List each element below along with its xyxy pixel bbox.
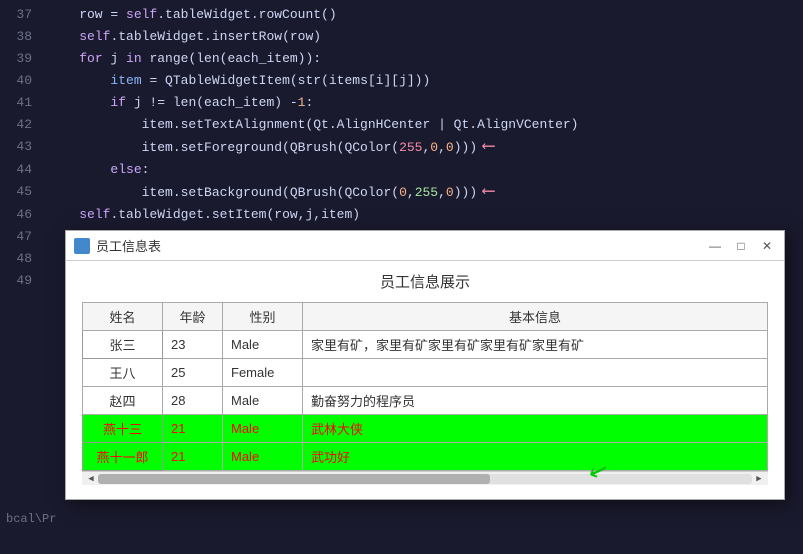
cell-gender: Male	[223, 331, 303, 359]
cell-age: 28	[163, 387, 223, 415]
line-number: 47	[0, 226, 48, 248]
line-number: 42	[0, 114, 48, 136]
dialog-content: 员工信息展示 姓名 年龄 性别 基本信息 张三 23 Male 家里有矿，家里有…	[66, 261, 784, 499]
line-number: 46	[0, 204, 48, 226]
code-line-41: 41 if j != len(each_item) -1:	[0, 92, 803, 114]
cell-name: 赵四	[83, 387, 163, 415]
code-line-43: 43 item.setForeground(QBrush(QColor(255,…	[0, 136, 803, 159]
line-number: 44	[0, 159, 48, 181]
cell-info: 武林大侠	[303, 415, 768, 443]
line-content: item.setTextAlignment(Qt.AlignHCenter | …	[48, 114, 803, 136]
employee-table: 姓名 年龄 性别 基本信息 张三 23 Male 家里有矿，家里有矿家里有矿家里…	[82, 302, 768, 471]
table-row: 赵四 28 Male 勤奋努力的程序员	[83, 387, 768, 415]
dialog-titlebar: 员工信息表 — □ ✕	[66, 231, 784, 261]
code-line-42: 42 item.setTextAlignment(Qt.AlignHCenter…	[0, 114, 803, 136]
table-row: 燕十一郎 21 Male 武功好	[83, 443, 768, 471]
col-header-info: 基本信息	[303, 303, 768, 331]
line-content: item.setBackground(QBrush(QColor(0,255,0…	[48, 181, 803, 204]
cell-name: 王八	[83, 359, 163, 387]
line-number: 40	[0, 70, 48, 92]
cell-age: 21	[163, 415, 223, 443]
col-header-gender: 性别	[223, 303, 303, 331]
table-row: 王八 25 Female	[83, 359, 768, 387]
cell-info	[303, 359, 768, 387]
dialog-icon	[74, 238, 90, 254]
cell-gender: Male	[223, 387, 303, 415]
cell-name: 燕十一郎	[83, 443, 163, 471]
code-line-37: 37 row = self.tableWidget.rowCount()	[0, 4, 803, 26]
code-line-38: 38 self.tableWidget.insertRow(row)	[0, 26, 803, 48]
line-number: 38	[0, 26, 48, 48]
line-number: 43	[0, 136, 48, 158]
scroll-left-button[interactable]: ◀	[84, 472, 98, 486]
line-content: for j in range(len(each_item)):	[48, 48, 803, 70]
cell-age: 25	[163, 359, 223, 387]
minimize-button[interactable]: —	[706, 237, 724, 255]
col-header-name: 姓名	[83, 303, 163, 331]
code-line-39: 39 for j in range(len(each_item)):	[0, 48, 803, 70]
employee-dialog: 员工信息表 — □ ✕ 员工信息展示 姓名 年龄 性别 基本信息 张三 23	[65, 230, 785, 500]
cell-info: 勤奋努力的程序员	[303, 387, 768, 415]
dialog-controls: — □ ✕	[706, 237, 776, 255]
line-content: self.tableWidget.insertRow(row)	[48, 26, 803, 48]
table-row: 张三 23 Male 家里有矿，家里有矿家里有矿家里有矿家里有矿	[83, 331, 768, 359]
cell-name: 燕十三	[83, 415, 163, 443]
code-line-40: 40 item = QTableWidgetItem(str(items[i][…	[0, 70, 803, 92]
line-content: self.tableWidget.setItem(row,j,item)	[48, 204, 803, 226]
cell-gender: Male	[223, 443, 303, 471]
dialog-heading: 员工信息展示	[82, 271, 768, 292]
line-number: 49	[0, 270, 48, 292]
line-content: item = QTableWidgetItem(str(items[i][j])…	[48, 70, 803, 92]
cell-age: 21	[163, 443, 223, 471]
line-content: item.setForeground(QBrush(QColor(255,0,0…	[48, 136, 803, 159]
code-line-45: 45 item.setBackground(QBrush(QColor(0,25…	[0, 181, 803, 204]
scrollbar-thumb[interactable]	[98, 474, 490, 484]
cell-age: 23	[163, 331, 223, 359]
line-number: 37	[0, 4, 48, 26]
close-button[interactable]: ✕	[758, 237, 776, 255]
path-label: bcal\Pr	[0, 506, 62, 532]
line-content: if j != len(each_item) -1:	[48, 92, 803, 114]
col-header-age: 年龄	[163, 303, 223, 331]
line-content: else:	[48, 159, 803, 181]
cell-info: 武功好	[303, 443, 768, 471]
line-number: 39	[0, 48, 48, 70]
maximize-button[interactable]: □	[732, 237, 750, 255]
table-header-row: 姓名 年龄 性别 基本信息	[83, 303, 768, 331]
code-line-46: 46 self.tableWidget.setItem(row,j,item)	[0, 204, 803, 226]
table-row: 燕十三 21 Male 武林大侠	[83, 415, 768, 443]
dialog-title: 员工信息表	[96, 236, 706, 255]
cell-gender: Female	[223, 359, 303, 387]
line-number: 45	[0, 181, 48, 203]
cell-gender: Male	[223, 415, 303, 443]
cell-name: 张三	[83, 331, 163, 359]
scroll-right-button[interactable]: ▶	[752, 472, 766, 486]
line-content: row = self.tableWidget.rowCount()	[48, 4, 803, 26]
horizontal-scrollbar[interactable]: ◀ ▶	[82, 471, 768, 485]
cell-info: 家里有矿，家里有矿家里有矿家里有矿家里有矿	[303, 331, 768, 359]
line-number: 41	[0, 92, 48, 114]
scrollbar-track[interactable]	[98, 474, 752, 484]
code-line-44: 44 else:	[0, 159, 803, 181]
line-number: 48	[0, 248, 48, 270]
